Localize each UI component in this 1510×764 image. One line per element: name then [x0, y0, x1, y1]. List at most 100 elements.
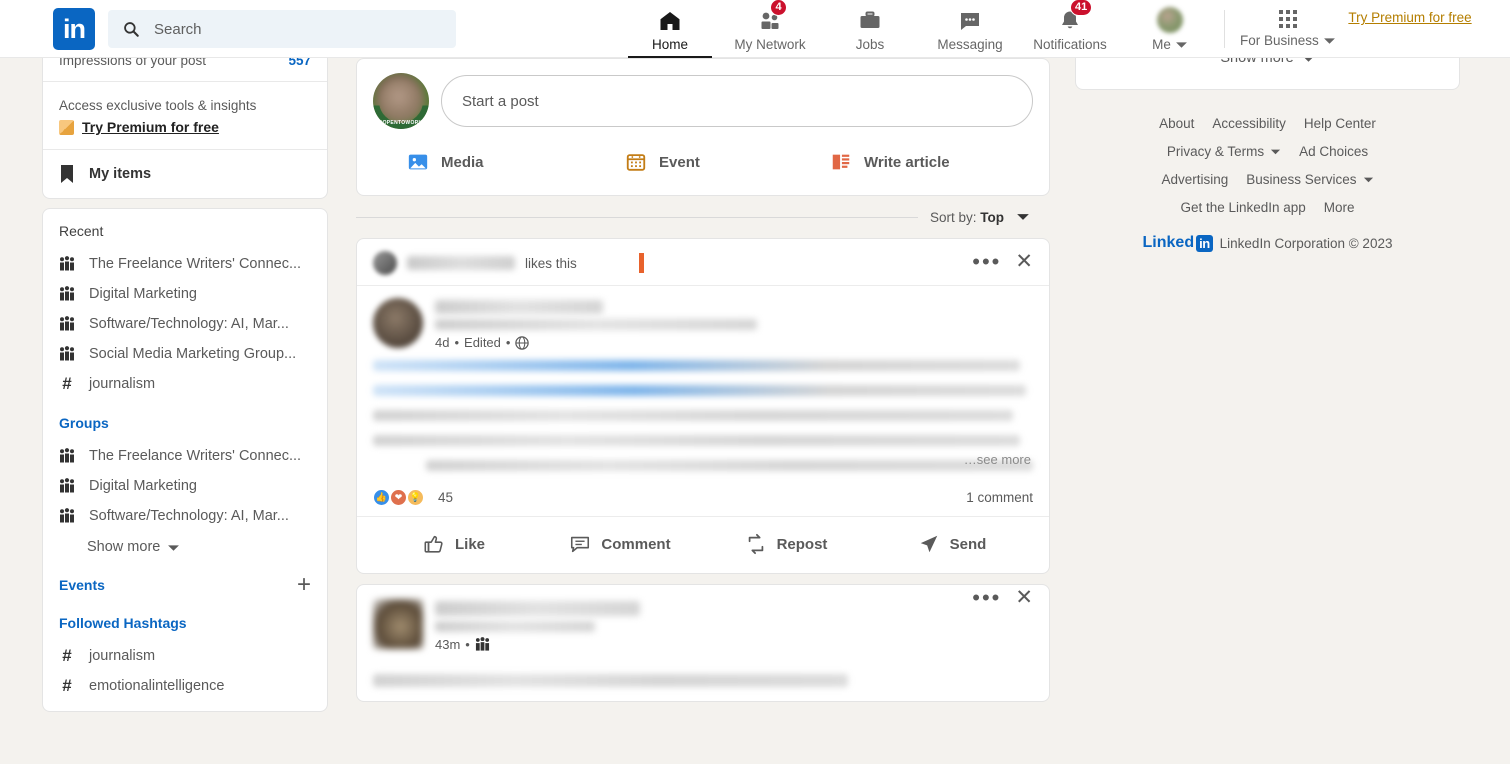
post-timestamp: 43m • — [435, 637, 640, 652]
footer-link-ad-choices[interactable]: Ad Choices — [1299, 144, 1368, 159]
premium-promo-link-label: Try Premium for free — [82, 119, 219, 135]
nav-item-messaging[interactable]: Messaging — [920, 0, 1020, 58]
social-context-name[interactable] — [407, 256, 515, 270]
premium-promo-subtitle: Access exclusive tools & insights — [59, 98, 257, 113]
footer-link-business-services[interactable]: Business Services — [1246, 172, 1373, 187]
nav-item-my-network[interactable]: 4 My Network — [720, 0, 820, 58]
sidebar-item-recent-1[interactable]: Digital Marketing — [59, 279, 311, 309]
feed-post-2: 43m • ••• ✕ — [356, 584, 1050, 702]
post-author-name[interactable] — [435, 601, 640, 616]
grid-icon — [1278, 10, 1297, 28]
composer-event-button[interactable]: Event — [611, 143, 816, 181]
sidebar-item-recent-3[interactable]: Social Media Marketing Group... — [59, 339, 311, 369]
post-text-line — [373, 435, 1020, 446]
my-items-label: My items — [89, 166, 152, 182]
groups-show-more-button[interactable]: Show more — [59, 531, 311, 563]
sidebar-recent-label: journalism — [89, 376, 156, 392]
nav-item-me[interactable]: Me — [1120, 0, 1220, 58]
followed-hashtags-title[interactable]: Followed Hashtags — [59, 615, 311, 631]
close-icon[interactable]: ✕ — [1015, 587, 1033, 608]
love-icon: ❤ — [390, 489, 407, 506]
sidebar-item-hashtag-1[interactable]: # emotionalintelligence — [59, 671, 311, 701]
avatar[interactable] — [373, 298, 423, 348]
avatar[interactable] — [373, 251, 397, 275]
search-box[interactable] — [108, 10, 456, 48]
composer-write-article-button[interactable]: Write article — [816, 143, 964, 181]
left-sidebar: Impressions of your post 557 Access excl… — [42, 44, 328, 712]
linkedin-logo-icon[interactable]: in — [53, 8, 95, 50]
sidebar-hashtag-label: journalism — [89, 648, 156, 664]
divider — [43, 81, 327, 82]
sidebar-item-hashtag-0[interactable]: # journalism — [59, 641, 311, 671]
post-author-headline — [435, 621, 595, 632]
footer-link-more[interactable]: More — [1324, 200, 1355, 215]
recent-groups-card: Recent The Freelance Writers' Connec... … — [42, 208, 328, 712]
post-body[interactable]: …see more — [357, 350, 1049, 471]
avatar[interactable]: #OPENTOWORK — [373, 73, 429, 129]
hashtag-icon: # — [62, 676, 72, 695]
nav-item-home[interactable]: Home — [620, 0, 720, 58]
sidebar-item-my-items[interactable]: My items — [43, 150, 327, 198]
like-button[interactable]: Like — [371, 523, 537, 565]
globe-icon — [515, 335, 530, 350]
sidebar-item-group-0[interactable]: The Freelance Writers' Connec... — [59, 441, 311, 471]
sidebar-item-recent-4[interactable]: # journalism — [59, 369, 311, 399]
comment-button[interactable]: Comment — [537, 523, 703, 565]
comment-button-label: Comment — [601, 535, 671, 553]
sidebar-item-recent-0[interactable]: The Freelance Writers' Connec... — [59, 249, 311, 279]
sidebar-group-label: Software/Technology: AI, Mar... — [89, 508, 289, 524]
nav-item-notifications[interactable]: 41 Notifications — [1020, 0, 1120, 58]
comment-count[interactable]: 1 comment — [966, 490, 1033, 505]
post-action-bar: Like Comment Repost Send — [357, 517, 1049, 573]
post-body[interactable] — [357, 652, 1049, 687]
post-text-line — [425, 460, 1033, 471]
premium-promo-link[interactable]: Try Premium for free — [59, 119, 311, 135]
group-icon — [60, 478, 74, 493]
groups-title[interactable]: Groups — [59, 415, 311, 431]
start-post-input[interactable]: Start a post — [441, 75, 1033, 127]
sidebar-recent-label: Social Media Marketing Group... — [89, 346, 297, 362]
avatar[interactable] — [373, 599, 423, 649]
footer-link-about[interactable]: About — [1159, 116, 1194, 131]
sort-value[interactable]: Top — [980, 210, 1004, 225]
post-header: 43m • ••• ✕ — [357, 585, 1049, 652]
sidebar-hashtag-label: emotionalintelligence — [89, 678, 225, 694]
reaction-icons[interactable]: 👍 ❤ 💡 45 — [373, 489, 453, 506]
footer-link-advertising[interactable]: Advertising — [1161, 172, 1228, 187]
composer-media-button[interactable]: Media — [393, 143, 611, 181]
footer-link-label: Privacy & Terms — [1166, 144, 1265, 159]
nav-label-jobs: Jobs — [855, 36, 885, 52]
close-icon[interactable]: ✕ — [1015, 251, 1033, 272]
post-text-line — [373, 410, 1014, 421]
hashtag-icon: # — [62, 374, 72, 393]
header-premium-link[interactable]: Try Premium for free — [1345, 8, 1475, 27]
recent-title: Recent — [59, 223, 104, 239]
see-more-link[interactable]: …see more — [964, 452, 1031, 467]
more-options-icon[interactable]: ••• — [972, 251, 1001, 273]
events-title[interactable]: Events — [59, 577, 105, 593]
add-event-button[interactable]: + — [297, 573, 311, 597]
more-options-icon[interactable]: ••• — [972, 587, 1001, 609]
copyright-text: LinkedIn Corporation © 2023 — [1219, 235, 1393, 251]
search-input[interactable] — [154, 20, 434, 38]
footer-link-get-app[interactable]: Get the LinkedIn app — [1180, 200, 1305, 215]
feed-column: #OPENTOWORK Start a post Media Event Wri… — [356, 58, 1050, 712]
bookmark-icon — [61, 165, 73, 183]
search-icon — [124, 22, 139, 37]
footer-link-accessibility[interactable]: Accessibility — [1212, 116, 1286, 131]
chevron-down-icon[interactable] — [1016, 210, 1030, 224]
for-business-button[interactable]: For Business — [1240, 0, 1336, 58]
repost-button[interactable]: Repost — [703, 523, 869, 565]
post-author-name[interactable] — [435, 300, 603, 314]
footer-link-privacy-terms[interactable]: Privacy & Terms — [1167, 144, 1281, 159]
sidebar-recent-label: The Freelance Writers' Connec... — [89, 256, 302, 272]
footer-link-help-center[interactable]: Help Center — [1304, 116, 1376, 131]
linkedin-wordmark-icon: Linked in — [1143, 234, 1213, 252]
sidebar-item-group-1[interactable]: Digital Marketing — [59, 471, 311, 501]
send-button[interactable]: Send — [869, 523, 1035, 565]
nav-label-my-network: My Network — [734, 36, 806, 52]
sidebar-item-group-2[interactable]: Software/Technology: AI, Mar... — [59, 501, 311, 531]
nav-item-jobs[interactable]: Jobs — [820, 0, 920, 58]
sidebar-item-recent-2[interactable]: Software/Technology: AI, Mar... — [59, 309, 311, 339]
hashtag-icon: # — [62, 646, 72, 665]
